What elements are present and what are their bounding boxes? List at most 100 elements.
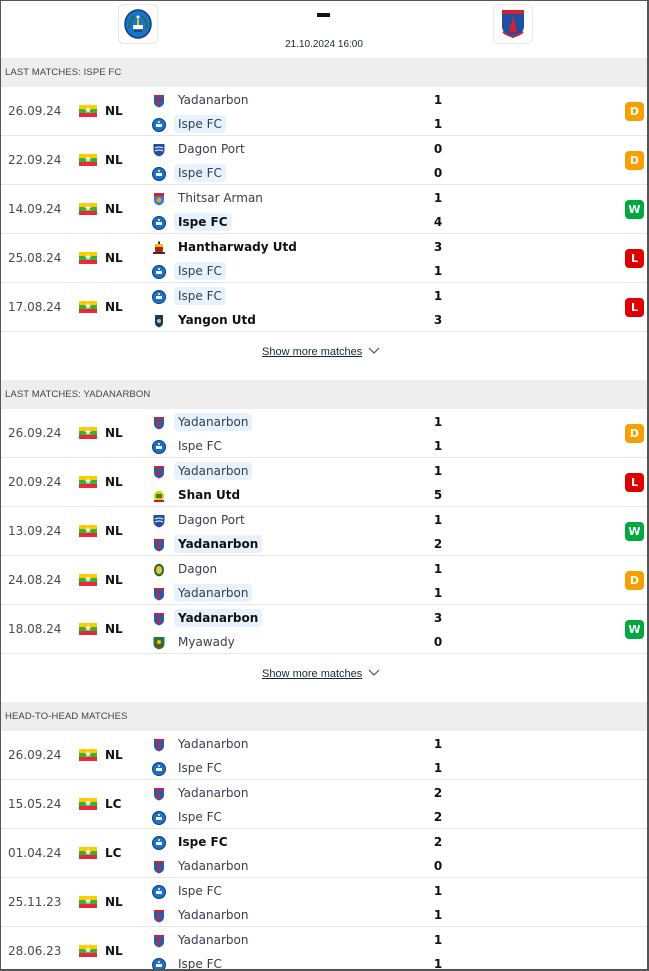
myanmar-flag-icon: ★: [79, 105, 97, 117]
team-away[interactable]: Yadanarbon: [152, 583, 253, 603]
team-name: Yadanarbon: [178, 786, 249, 800]
result-badge: W: [625, 200, 644, 219]
team-home[interactable]: Yadanarbon: [152, 783, 252, 803]
match-row[interactable]: 14.09.24 ★ NL Thitsar Arman 1 Ispe FC 4 W: [1, 185, 647, 234]
competition-label: NL: [105, 202, 123, 216]
team-name: Yadanarbon: [174, 609, 263, 627]
team-home[interactable]: Thitsar Arman: [152, 188, 267, 208]
match-row[interactable]: 28.06.23 ★ NL Yadanarbon 1 Ispe FC 1: [1, 927, 647, 969]
team-away[interactable]: Yadanarbon: [152, 856, 252, 876]
match-row[interactable]: 17.08.24 ★ NL Ispe FC 1 Yangon Utd 3 L: [1, 283, 647, 332]
show-more-matches-link[interactable]: Show more matches: [262, 668, 380, 680]
team-name: Ispe FC: [178, 810, 222, 824]
result-badge: D: [625, 571, 644, 590]
myanmar-flag-icon: ★: [79, 525, 97, 537]
team-home[interactable]: Hantharwady Utd: [152, 237, 301, 257]
team-away[interactable]: Yadanarbon: [152, 905, 252, 925]
yadanarbon-crest-icon: [502, 10, 524, 38]
team-home[interactable]: Dagon: [152, 559, 221, 579]
match-row[interactable]: 15.05.24 ★ LC Yadanarbon 2 Ispe FC 2: [1, 780, 647, 829]
match-date: 24.08.24: [8, 573, 62, 587]
score-away: 1: [433, 117, 443, 131]
match-row[interactable]: 26.09.24 ★ NL Yadanarbon 1 Ispe FC 1: [1, 731, 647, 780]
team-away[interactable]: Ispe FC: [152, 261, 226, 281]
team-name: Yangon Utd: [178, 313, 256, 327]
team-away[interactable]: Ispe FC: [152, 436, 226, 456]
score-home: 1: [433, 289, 443, 303]
match-row[interactable]: 22.09.24 ★ NL Dagon Port 0 Ispe FC 0 D: [1, 136, 647, 185]
myanmar-flag-icon: ★: [79, 847, 97, 859]
team-home[interactable]: Yadanarbon: [152, 461, 253, 481]
competition-label: NL: [105, 426, 123, 440]
team-home[interactable]: Yadanarbon: [152, 90, 252, 110]
competition-label: NL: [105, 748, 123, 762]
match-row[interactable]: 26.09.24 ★ NL Yadanarbon 1 Ispe FC 1 D: [1, 409, 647, 458]
team-away[interactable]: Myawady: [152, 632, 239, 652]
team-name: Yadanarbon: [174, 535, 263, 553]
team-home[interactable]: Yadanarbon: [152, 412, 253, 432]
competition-label: NL: [105, 300, 123, 314]
team-home[interactable]: Ispe FC: [152, 881, 226, 901]
team-name: Ispe FC: [174, 287, 226, 305]
team-home[interactable]: Ispe FC: [152, 286, 226, 306]
match-date: 01.04.24: [8, 846, 62, 860]
match-row[interactable]: 20.09.24 ★ NL Yadanarbon 1 Shan Utd 5 L: [1, 458, 647, 507]
dagonport-logo-icon: [152, 513, 166, 528]
team-away[interactable]: Ispe FC: [152, 807, 226, 827]
match-row[interactable]: 25.11.23 ★ NL Ispe FC 1 Yadanarbon 1: [1, 878, 647, 927]
team-away[interactable]: Ispe FC: [152, 758, 226, 778]
team-away[interactable]: Ispe FC: [152, 212, 232, 232]
match-row[interactable]: 13.09.24 ★ NL Dagon Port 1 Yadanarbon 2 W: [1, 507, 647, 556]
team-home[interactable]: Yadanarbon: [152, 608, 263, 628]
score-away: 1: [433, 908, 443, 922]
team-home[interactable]: Ispe FC: [152, 832, 232, 852]
yadanarbon-logo-icon: [152, 611, 166, 626]
team-name: Hantharwady Utd: [178, 240, 297, 254]
match-row[interactable]: 25.08.24 ★ NL Hantharwady Utd 3 Ispe FC 1 L: [1, 234, 647, 283]
chevron-down-icon: [362, 346, 380, 358]
yadanarbon-logo-icon: [152, 908, 166, 923]
match-row[interactable]: 01.04.24 ★ LC Ispe FC 2 Yadanarbon 0: [1, 829, 647, 878]
score-away: 3: [433, 313, 443, 327]
team-name: Ispe FC: [178, 761, 222, 775]
team-name: Yadanarbon: [178, 93, 249, 107]
score-away: 1: [433, 439, 443, 453]
myanmar-flag-icon: ★: [79, 252, 97, 264]
match-date: 26.09.24: [8, 748, 62, 762]
match-row[interactable]: 18.08.24 ★ NL Yadanarbon 3 Myawady 0 W: [1, 605, 647, 654]
team-home[interactable]: Yadanarbon: [152, 930, 252, 950]
away-team-logo[interactable]: [493, 4, 533, 44]
competition-label: NL: [105, 895, 123, 909]
team-away[interactable]: Yangon Utd: [152, 310, 260, 330]
result-badge: W: [625, 620, 644, 639]
team-name: Dagon Port: [178, 513, 245, 527]
team-away[interactable]: Ispe FC: [152, 954, 226, 969]
match-datetime: 21.10.2024 16:00: [285, 39, 363, 50]
team-away[interactable]: Ispe FC: [152, 114, 226, 134]
yadanarbon-logo-icon: [152, 415, 166, 430]
competition-label: LC: [105, 846, 122, 860]
match-row[interactable]: 26.09.24 ★ NL Yadanarbon 1 Ispe FC 1 D: [1, 87, 647, 136]
show-more-row: Show more matches: [1, 654, 647, 702]
team-away[interactable]: Yadanarbon: [152, 534, 263, 554]
chevron-down-icon: [362, 668, 380, 680]
show-more-matches-link[interactable]: Show more matches: [262, 346, 380, 358]
ispe-logo-icon: [152, 289, 166, 304]
ispe-fc-crest-icon: [124, 9, 152, 39]
yadanarbon-logo-icon: [152, 537, 166, 552]
team-home[interactable]: Yadanarbon: [152, 734, 252, 754]
competition-label: NL: [105, 251, 123, 265]
home-team-logo[interactable]: [118, 4, 158, 44]
section-title: HEAD-TO-HEAD MATCHES: [1, 702, 647, 731]
score-away: 0: [433, 859, 443, 873]
team-home[interactable]: Dagon Port: [152, 510, 249, 530]
team-home[interactable]: Dagon Port: [152, 139, 249, 159]
yadanarbon-logo-icon: [152, 586, 166, 601]
match-row[interactable]: 24.08.24 ★ NL Dagon 1 Yadanarbon 1 D: [1, 556, 647, 605]
match-date: 18.08.24: [8, 622, 62, 636]
match-date: 25.08.24: [8, 251, 62, 265]
team-away[interactable]: Shan Utd: [152, 485, 244, 505]
match-date: 17.08.24: [8, 300, 62, 314]
team-name: Yadanarbon: [174, 462, 253, 480]
team-away[interactable]: Ispe FC: [152, 163, 226, 183]
